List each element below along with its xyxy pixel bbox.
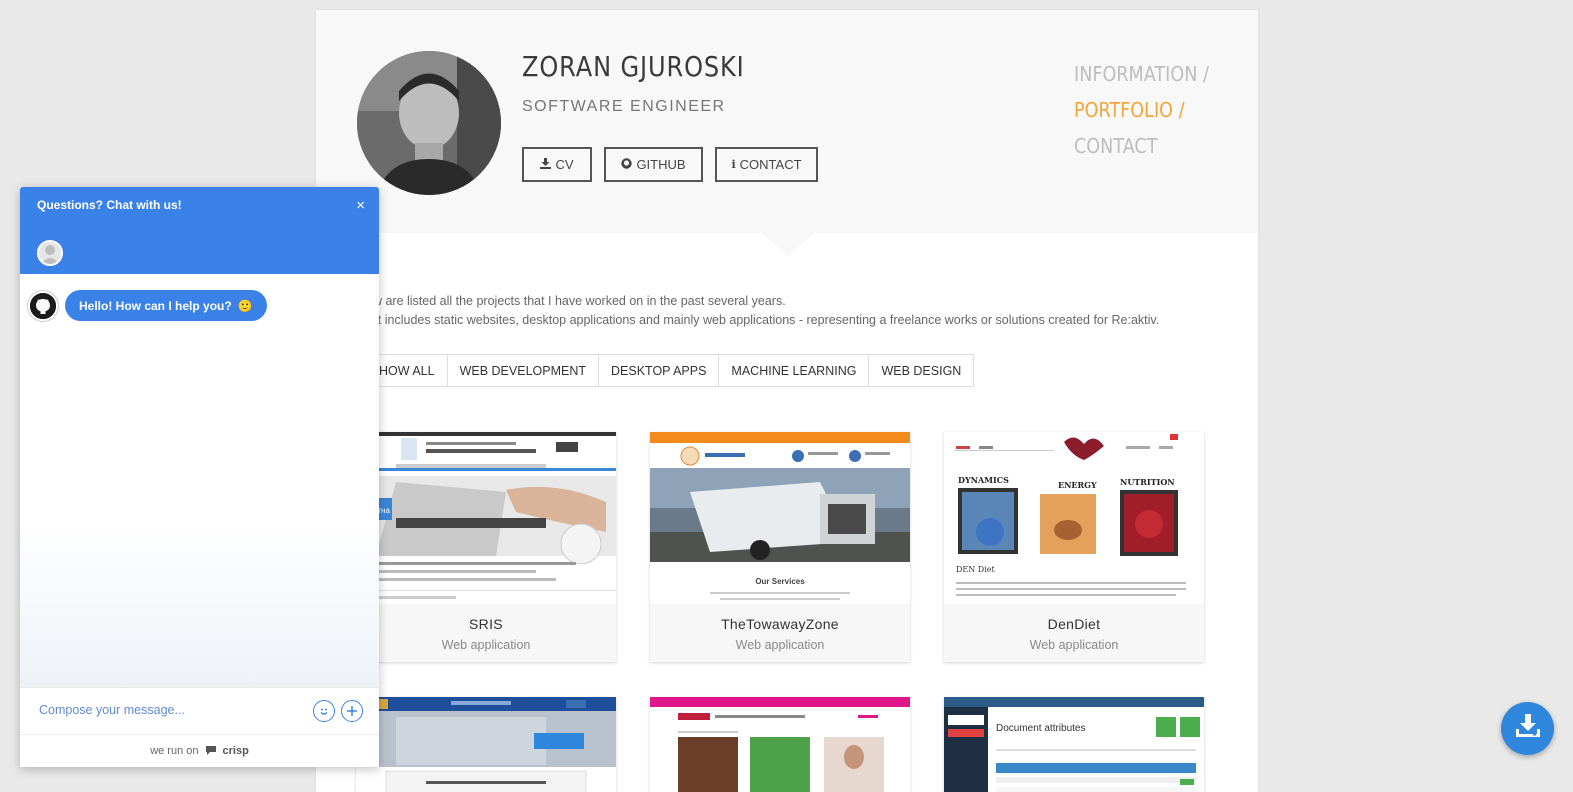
footer-brand: crisp — [222, 745, 249, 757]
chat-footer[interactable]: we run on crisp — [20, 734, 379, 767]
agent-avatar — [37, 240, 63, 266]
smile-emoji: 🙂 — [237, 298, 253, 313]
nav-item-portfolio[interactable]: PORTFOLIO / — [1074, 92, 1209, 128]
compose-input[interactable]: Compose your message... — [39, 703, 185, 717]
project-card-row2-1[interactable] — [356, 697, 616, 792]
project-subtitle: Web application — [441, 638, 531, 652]
filter-desktop-apps[interactable]: DESKTOP APPS — [599, 355, 720, 386]
cv-button-label: CV — [555, 157, 574, 172]
profile-avatar — [357, 51, 501, 195]
download-icon — [540, 157, 552, 172]
portfolio-page: ZORAN GJUROSKI SOFTWARE ENGINEER CV GITH… — [316, 10, 1258, 792]
profile-name: ZORAN GJUROSKI — [522, 50, 745, 83]
project-card-row2-2[interactable] — [650, 697, 910, 792]
github-icon — [28, 291, 58, 321]
download-fab-icon — [1515, 714, 1541, 743]
portfolio-filters: HOW ALL WEB DEVELOPMENT DESKTOP APPS MAC… — [356, 354, 975, 387]
chat-header: Questions? Chat with us! × — [20, 187, 379, 274]
greeting-bubble: Hello! How can I help you? 🙂 — [65, 290, 267, 321]
project-card-sris[interactable]: Почетна SRIS Web application — [356, 432, 616, 662]
dendiet-thumb-caption: DEN Diet — [956, 565, 996, 574]
project-subtitle: Web application — [735, 638, 825, 652]
project-title: SRIS — [469, 616, 503, 632]
filter-machine-learning[interactable]: MACHINE LEARNING — [719, 355, 870, 386]
crisp-icon — [205, 745, 217, 758]
github-icon — [621, 157, 633, 172]
chat-compose[interactable]: Compose your message... — [20, 687, 379, 734]
close-icon[interactable]: × — [356, 197, 365, 214]
project-card-dendiet[interactable]: DYNAMICS ENERGY NUTRITION DEN Diet DenDi… — [944, 432, 1204, 662]
chat-widget: Questions? Chat with us! × Hello! How ca… — [20, 187, 379, 767]
main-nav: INFORMATION / PORTFOLIO / CONTACT — [1074, 56, 1227, 164]
towaway-thumb-services: Our Services — [755, 577, 805, 586]
project-title: TheTowawayZone — [721, 616, 839, 632]
github-button[interactable]: GITHUB — [604, 147, 703, 182]
cv-button[interactable]: CV — [522, 147, 592, 182]
nav-item-information[interactable]: INFORMATION / — [1074, 56, 1209, 92]
info-icon: i — [731, 158, 736, 171]
intro-line-2: list includes static websites, desktop a… — [366, 313, 1160, 327]
filter-web-design[interactable]: WEB DESIGN — [869, 355, 973, 386]
download-fab[interactable] — [1501, 702, 1554, 755]
project-thumb-sris: Почетна — [356, 432, 616, 604]
contact-button[interactable]: i CONTACT — [715, 147, 818, 182]
project-thumb-dendiet: DYNAMICS ENERGY NUTRITION DEN Diet — [944, 432, 1204, 604]
project-subtitle: Web application — [1029, 638, 1119, 652]
chat-messages: Hello! How can I help you? 🙂 — [20, 274, 379, 687]
portfolio-intro: ow are listed all the projects that I ha… — [366, 292, 1159, 330]
project-thumb-towaway: Our Services — [650, 432, 910, 604]
github-button-label: GITHUB — [636, 157, 686, 172]
profile-header: ZORAN GJUROSKI SOFTWARE ENGINEER CV GITH… — [316, 10, 1258, 233]
dendiet-thumb-dynamics: DYNAMICS — [958, 475, 1009, 485]
contact-button-label: CONTACT — [739, 157, 802, 172]
profile-role: SOFTWARE ENGINEER — [522, 98, 726, 115]
plus-icon[interactable] — [341, 700, 363, 722]
doc-attributes-thumb-title: Document attributes — [996, 723, 1086, 734]
dendiet-thumb-energy: ENERGY — [1058, 480, 1097, 490]
nav-item-contact[interactable]: CONTACT — [1074, 128, 1209, 164]
project-card-thetowawayzone[interactable]: Our Services TheTowawayZone Web applicat… — [650, 432, 910, 662]
filter-web-development[interactable]: WEB DEVELOPMENT — [448, 355, 599, 386]
emoji-icon[interactable] — [313, 700, 335, 722]
project-title: DenDiet — [1047, 616, 1101, 632]
greeting-text: Hello! How can I help you? — [79, 298, 232, 313]
dendiet-thumb-nutrition: NUTRITION — [1120, 477, 1175, 487]
footer-prefix: we run on — [150, 745, 199, 757]
header-pointer — [762, 233, 814, 257]
chat-title: Questions? Chat with us! — [37, 198, 182, 212]
project-card-row2-3[interactable]: Document attributes — [944, 697, 1204, 792]
intro-line-1: ow are listed all the projects that I ha… — [366, 294, 786, 308]
